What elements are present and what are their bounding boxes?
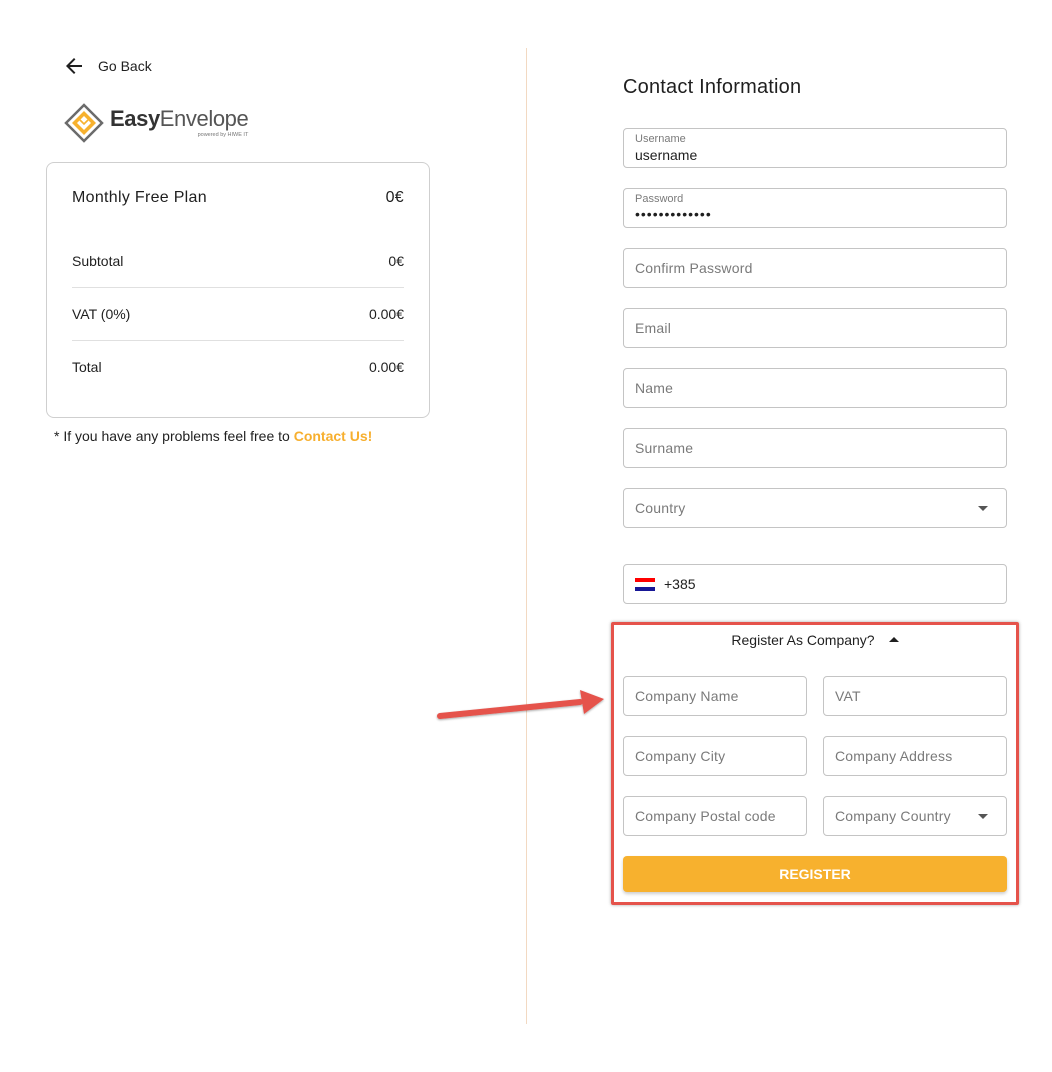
company-city-field[interactable]: Company City bbox=[623, 736, 807, 776]
country-placeholder: Country bbox=[635, 500, 686, 516]
subtotal-value: 0€ bbox=[388, 253, 404, 269]
total-row: Total 0.00€ bbox=[72, 359, 404, 375]
confirm-password-field[interactable]: Confirm Password bbox=[623, 248, 1007, 288]
go-back-link[interactable]: Go Back bbox=[62, 54, 152, 78]
contact-us-link[interactable]: Contact Us! bbox=[294, 428, 373, 444]
chevron-down-icon bbox=[978, 814, 988, 819]
vat-label: VAT (0%) bbox=[72, 306, 131, 322]
company-country-select[interactable]: Company Country bbox=[823, 796, 1007, 836]
brand-name-light: Envelope bbox=[159, 106, 249, 131]
register-as-company-toggle[interactable]: Register As Company? bbox=[623, 632, 1007, 648]
arrow-left-icon bbox=[66, 58, 82, 74]
help-note: * If you have any problems feel free to … bbox=[54, 428, 372, 444]
vat-placeholder: VAT bbox=[835, 688, 861, 704]
email-placeholder: Email bbox=[635, 320, 672, 336]
username-label: Username bbox=[635, 133, 686, 145]
croatia-flag-icon[interactable] bbox=[635, 578, 655, 591]
company-country-placeholder: Company Country bbox=[835, 808, 951, 824]
name-field[interactable]: Name bbox=[623, 368, 1007, 408]
column-divider bbox=[526, 48, 527, 1024]
username-field[interactable]: Username username bbox=[623, 128, 1007, 168]
surname-placeholder: Surname bbox=[635, 440, 694, 456]
divider bbox=[72, 287, 404, 288]
go-back-label: Go Back bbox=[98, 58, 152, 74]
password-label: Password bbox=[635, 193, 684, 205]
password-value: ••••••••••••• bbox=[635, 206, 712, 222]
password-field[interactable]: Password ••••••••••••• bbox=[623, 188, 1007, 228]
country-select[interactable]: Country bbox=[623, 488, 1007, 528]
company-address-field[interactable]: Company Address bbox=[823, 736, 1007, 776]
company-address-placeholder: Company Address bbox=[835, 748, 953, 764]
vat-value: 0.00€ bbox=[368, 306, 404, 322]
brand-name-bold: Easy bbox=[110, 106, 160, 131]
plan-price: 0€ bbox=[385, 189, 404, 206]
company-city-placeholder: Company City bbox=[635, 748, 726, 764]
subtotal-label: Subtotal bbox=[72, 253, 124, 269]
phone-field[interactable]: +385 bbox=[623, 564, 1007, 604]
plan-row: Monthly Free Plan 0€ bbox=[72, 189, 404, 207]
username-value: username bbox=[635, 147, 698, 163]
brand-logo: EasyEnvelope powered by HIWE IT bbox=[64, 103, 249, 143]
company-postal-code-placeholder: Company Postal code bbox=[635, 808, 776, 824]
order-summary-card: Monthly Free Plan 0€ Subtotal 0€ VAT (0%… bbox=[46, 162, 430, 418]
phone-value: +385 bbox=[664, 576, 696, 592]
vat-field[interactable]: VAT bbox=[823, 676, 1007, 716]
confirm-password-placeholder: Confirm Password bbox=[635, 260, 753, 276]
chevron-up-icon bbox=[888, 636, 899, 642]
email-field[interactable]: Email bbox=[623, 308, 1007, 348]
company-name-field[interactable]: Company Name bbox=[623, 676, 807, 716]
vat-row: VAT (0%) 0.00€ bbox=[72, 306, 404, 322]
company-postal-code-field[interactable]: Company Postal code bbox=[623, 796, 807, 836]
company-name-placeholder: Company Name bbox=[635, 688, 739, 704]
subtotal-row: Subtotal 0€ bbox=[72, 253, 404, 269]
plan-name: Monthly Free Plan bbox=[72, 189, 207, 206]
annotation-arrow-icon bbox=[437, 690, 604, 719]
name-placeholder: Name bbox=[635, 380, 674, 396]
total-value: 0.00€ bbox=[368, 359, 404, 375]
divider bbox=[72, 340, 404, 341]
help-text: * If you have any problems feel free to bbox=[54, 428, 294, 444]
register-as-company-label: Register As Company? bbox=[731, 632, 875, 648]
surname-field[interactable]: Surname bbox=[623, 428, 1007, 468]
page-title: Contact Information bbox=[623, 76, 802, 98]
chevron-down-icon bbox=[978, 506, 988, 511]
brand-tagline: powered by HIWE IT bbox=[197, 132, 249, 138]
total-label: Total bbox=[72, 359, 102, 375]
envelope-logo-icon bbox=[64, 103, 104, 143]
register-button[interactable]: REGISTER bbox=[623, 856, 1007, 892]
